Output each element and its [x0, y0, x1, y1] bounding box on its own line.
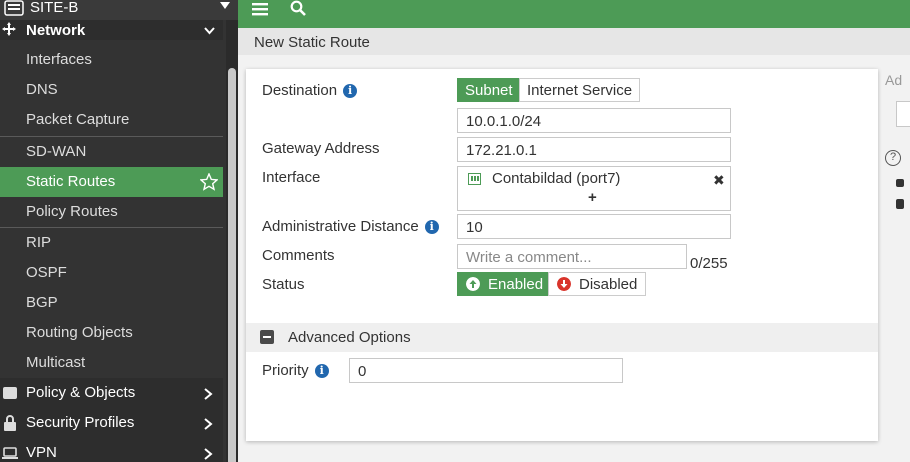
collapse-icon[interactable] [260, 330, 274, 344]
right-panel-icon [896, 179, 904, 187]
sidebar-group-policy-objects[interactable]: Policy & Objects [0, 378, 223, 408]
interface-selector[interactable]: Contabildad (port7) ✖ + [457, 166, 731, 211]
page-title: New Static Route [254, 34, 370, 51]
plus-icon[interactable]: + [588, 189, 597, 206]
priority-label: Priority i [262, 362, 329, 379]
static-route-form: Destination i Subnet Internet Service 10.… [246, 69, 878, 441]
status-enabled-button[interactable]: Enabled [457, 272, 553, 296]
status-enabled-label: Enabled [488, 276, 544, 293]
right-panel-partial-text: Ad [885, 72, 903, 88]
policy-icon [3, 387, 17, 399]
info-icon[interactable]: i [343, 84, 358, 98]
caret-down-icon [220, 2, 230, 9]
sidebar-item-label: Routing Objects [26, 324, 133, 341]
sidebar-item-multicast[interactable]: Multicast [0, 348, 223, 378]
sidebar-item-label: SD-WAN [26, 143, 87, 160]
sidebar-item-policy-routes[interactable]: Policy Routes [0, 197, 223, 227]
destination-internet-service-toggle[interactable]: Internet Service [519, 78, 641, 102]
device-selector[interactable]: SITE-B [0, 0, 238, 20]
destination-label-text: Destination [262, 82, 338, 99]
right-side-panel: Ad ? [878, 69, 910, 462]
network-icon [2, 22, 16, 36]
comments-textarea[interactable]: Write a comment... [457, 244, 687, 269]
right-panel-icon [896, 199, 904, 209]
device-name: SITE-B [30, 0, 79, 16]
destination-label: Destination i [262, 82, 358, 99]
gateway-label: Gateway Address [262, 140, 380, 157]
sidebar-group-security-profiles[interactable]: Security Profiles [0, 408, 223, 438]
right-panel-input[interactable] [896, 101, 910, 127]
sidebar-item-label: RIP [26, 234, 52, 251]
sidebar-item-static-routes[interactable]: Static Routes [0, 167, 223, 197]
laptop-icon [2, 447, 18, 459]
admin-distance-input[interactable]: 10 [457, 214, 731, 239]
interface-label: Interface [262, 169, 321, 186]
status-disabled-button[interactable]: Disabled [548, 272, 647, 296]
sidebar-group-label: Policy & Objects [26, 384, 136, 401]
device-icon [4, 0, 24, 16]
sidebar-item-sd-wan[interactable]: SD-WAN [0, 136, 223, 166]
lock-icon [4, 415, 16, 431]
sidebar: SITE-B Network Interfaces DNS Packet Cap… [0, 0, 238, 462]
sidebar-group-label: Security Profiles [26, 414, 135, 431]
chevron-right-icon [204, 448, 213, 460]
sidebar-item-dns[interactable]: DNS [0, 75, 223, 105]
star-icon[interactable] [200, 173, 218, 191]
advanced-options-label: Advanced Options [288, 329, 411, 346]
sidebar-item-ospf[interactable]: OSPF [0, 258, 223, 288]
chevron-right-icon [204, 418, 213, 430]
page-title-bar: New Static Route [238, 28, 910, 55]
chevron-up-icon [204, 27, 215, 35]
sidebar-item-label: Policy Routes [26, 203, 118, 220]
scrollbar-thumb[interactable] [228, 68, 236, 462]
hamburger-menu-icon[interactable] [252, 2, 268, 16]
destination-input[interactable]: 10.0.1.0/24 [457, 108, 731, 133]
chevron-right-icon [204, 388, 213, 400]
sidebar-section-label: Network [26, 22, 86, 39]
admin-distance-label-text: Administrative Distance [262, 218, 419, 235]
info-icon[interactable]: i [424, 220, 439, 234]
search-icon[interactable] [290, 0, 306, 16]
sidebar-item-label: OSPF [26, 264, 67, 281]
sidebar-group-vpn[interactable]: VPN [0, 438, 223, 462]
comments-label: Comments [262, 247, 335, 264]
sidebar-item-packet-capture[interactable]: Packet Capture [0, 105, 223, 135]
sidebar-item-label: Static Routes [26, 173, 116, 190]
sidebar-item-label: Packet Capture [26, 111, 130, 128]
destination-subnet-toggle[interactable]: Subnet [457, 78, 521, 102]
sidebar-item-label: DNS [26, 81, 58, 98]
admin-distance-label: Administrative Distance i [262, 218, 439, 235]
sidebar-item-rip[interactable]: RIP [0, 227, 223, 257]
priority-input[interactable]: 0 [349, 358, 623, 383]
close-icon[interactable]: ✖ [713, 172, 725, 189]
sidebar-item-label: Interfaces [26, 51, 92, 68]
interface-name: Contabildad (port7) [492, 170, 621, 187]
sidebar-section-network[interactable]: Network [0, 20, 223, 40]
help-icon[interactable]: ? [885, 150, 901, 166]
sidebar-item-bgp[interactable]: BGP [0, 288, 223, 318]
sidebar-item-interfaces[interactable]: Interfaces [0, 45, 223, 75]
port-icon [468, 173, 481, 185]
status-disabled-label: Disabled [579, 276, 638, 293]
sidebar-group-label: VPN [26, 444, 57, 461]
comments-counter: 0/255 [690, 255, 728, 272]
sidebar-item-label: Multicast [26, 354, 86, 371]
advanced-options-toggle[interactable]: Advanced Options [246, 323, 878, 352]
sidebar-item-label: BGP [26, 294, 58, 311]
info-icon[interactable]: i [314, 364, 329, 378]
sidebar-scrollbar[interactable] [226, 20, 238, 462]
arrow-down-circle-icon [557, 277, 571, 291]
top-bar [238, 0, 910, 28]
sidebar-item-routing-objects[interactable]: Routing Objects [0, 318, 223, 348]
arrow-up-circle-icon [466, 277, 480, 291]
priority-label-text: Priority [262, 362, 309, 379]
status-label: Status [262, 276, 305, 293]
gateway-input[interactable]: 172.21.0.1 [457, 137, 731, 162]
